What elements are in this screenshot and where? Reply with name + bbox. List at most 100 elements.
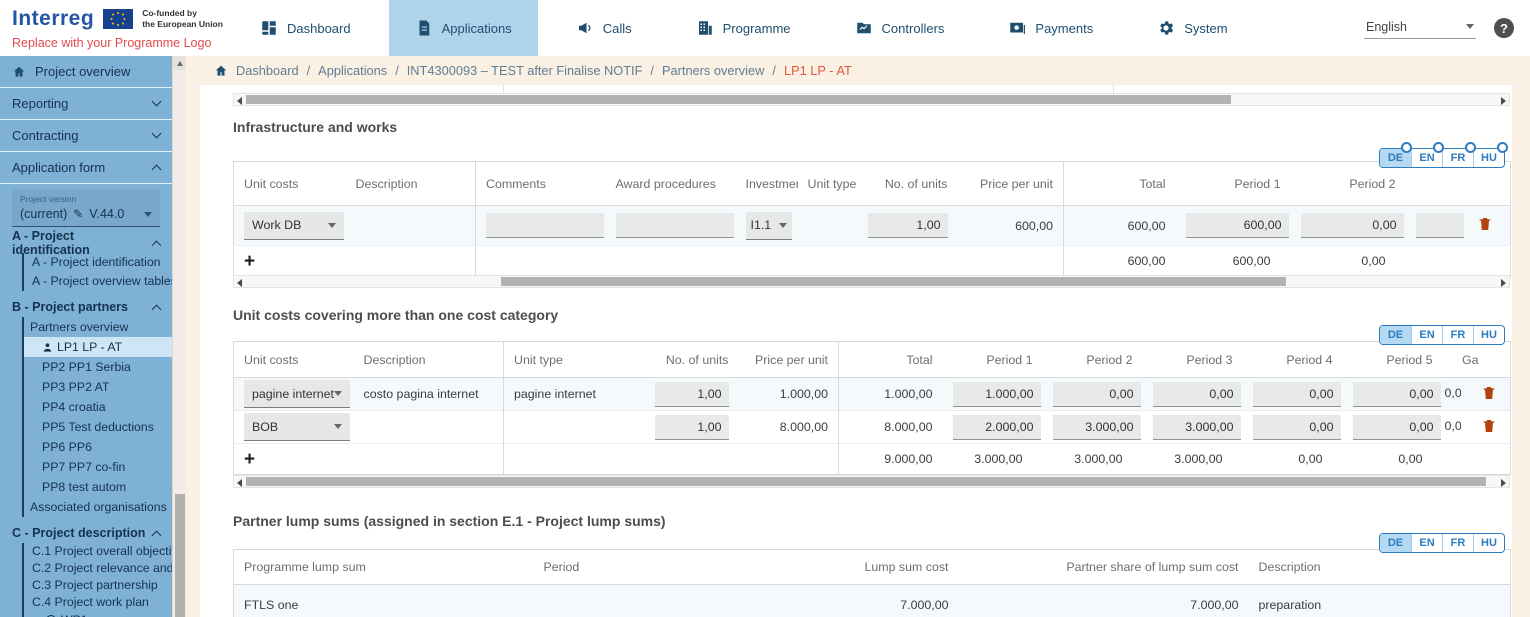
scroll-up-button[interactable] xyxy=(173,56,186,70)
replace-logo-text: Replace with your Programme Logo xyxy=(12,36,228,50)
nav-item-dashboard[interactable]: Dashboard xyxy=(234,0,377,56)
section-title-infrastructure: Infrastructure and works xyxy=(233,119,397,135)
tab-en[interactable]: EN xyxy=(1411,534,1442,552)
programme-icon xyxy=(696,19,714,37)
col-header: No. of units xyxy=(856,162,958,206)
period2-input[interactable] xyxy=(1301,213,1404,238)
award-procedures-input[interactable] xyxy=(616,213,734,238)
scrollbar-thumb[interactable] xyxy=(246,477,1486,486)
sidebar-item-a-overview-tables[interactable]: A - Project overview tables xyxy=(24,272,172,291)
scroll-right-icon[interactable] xyxy=(1501,97,1506,105)
breadcrumb-project[interactable]: INT4300093 – TEST after Finalise NOTIF xyxy=(407,63,643,78)
period1-input[interactable] xyxy=(953,382,1041,407)
period2-input[interactable] xyxy=(1053,415,1141,440)
horizontal-scrollbar-unit-costs[interactable] xyxy=(233,475,1510,488)
breadcrumb-partners-overview[interactable]: Partners overview xyxy=(662,63,764,78)
delete-row-button[interactable] xyxy=(1481,417,1497,438)
scroll-right-icon[interactable] xyxy=(1501,479,1506,487)
investment-select[interactable]: I1.1 xyxy=(746,212,792,240)
sidebar-scrollbar[interactable] xyxy=(172,56,186,617)
sidebar-item-associated-organisations[interactable]: Associated organisations xyxy=(24,497,172,517)
tab-hu[interactable]: HU xyxy=(1473,534,1504,552)
horizontal-scrollbar-top[interactable] xyxy=(233,93,1510,106)
breadcrumb-dashboard[interactable]: Dashboard xyxy=(236,63,299,78)
nav-item-programme[interactable]: Programme xyxy=(670,0,817,56)
sidebar-item-wp1[interactable]: WP1 xyxy=(24,611,172,617)
tab-fr[interactable]: FR xyxy=(1442,326,1473,344)
sidebar-item-partner-pp6[interactable]: PP6 PP6 xyxy=(24,437,172,457)
scroll-left-icon[interactable] xyxy=(237,279,242,287)
period2-input[interactable] xyxy=(1053,382,1141,407)
horizontal-scrollbar-infrastructure[interactable] xyxy=(233,275,1510,288)
language-select[interactable]: English xyxy=(1364,18,1476,39)
unit-cost-select[interactable]: pagine internet xyxy=(244,380,350,408)
sidebar-item-partner-pp4[interactable]: PP4 croatia xyxy=(24,397,172,417)
sidebar-item-application-form[interactable]: Application form xyxy=(0,152,172,184)
breadcrumb-applications[interactable]: Applications xyxy=(318,63,387,78)
scroll-left-icon[interactable] xyxy=(237,479,242,487)
unit-cost-select[interactable]: BOB xyxy=(244,413,350,441)
add-row-button[interactable]: + xyxy=(244,450,255,469)
sidebar-section-a[interactable]: A - Project identification xyxy=(0,233,172,253)
project-version-select[interactable]: Project version (current) ✎ V.44.0 xyxy=(12,190,160,227)
nav-item-controllers[interactable]: Controllers xyxy=(829,0,971,56)
period4-input[interactable] xyxy=(1253,415,1341,440)
scrollbar-thumb[interactable] xyxy=(501,277,1286,286)
nav-item-payments[interactable]: Payments xyxy=(982,0,1119,56)
lump-sum-description-cell: preparation xyxy=(1249,585,1511,617)
period5-input[interactable] xyxy=(1353,382,1441,407)
sidebar-item-partner-pp8[interactable]: PP8 test autom xyxy=(24,477,172,497)
tab-fr[interactable]: FR xyxy=(1442,534,1473,552)
col-header: Price per unit xyxy=(958,162,1064,206)
nav-item-system[interactable]: System xyxy=(1131,0,1253,56)
delete-row-button[interactable] xyxy=(1477,215,1493,236)
sidebar-item-partner-pp5[interactable]: PP5 Test deductions xyxy=(24,417,172,437)
col-header: Description xyxy=(346,162,476,206)
sidebar-section-c[interactable]: C - Project description xyxy=(0,523,172,543)
no-of-units-input[interactable] xyxy=(655,382,729,407)
sidebar-item-partner-pp2[interactable]: PP2 PP1 Serbia xyxy=(24,357,172,377)
sidebar-item-c1[interactable]: C.1 Project overall objective xyxy=(24,543,172,560)
scrollbar-thumb[interactable] xyxy=(246,95,1231,104)
period1-input[interactable] xyxy=(1186,213,1289,238)
sidebar-item-reporting[interactable]: Reporting xyxy=(0,88,172,120)
no-of-units-input[interactable] xyxy=(868,213,948,238)
nav-item-calls[interactable]: Calls xyxy=(550,0,658,56)
gap-input[interactable] xyxy=(1416,213,1464,238)
sidebar-item-c2[interactable]: C.2 Project relevance and context xyxy=(24,560,172,577)
scrollbar-thumb[interactable] xyxy=(175,494,185,617)
tab-en[interactable]: EN xyxy=(1411,326,1442,344)
period3-input[interactable] xyxy=(1153,415,1241,440)
col-header: Period 2 xyxy=(1043,342,1143,378)
tab-hu[interactable]: HU xyxy=(1473,326,1504,344)
nav-item-applications[interactable]: Applications xyxy=(389,0,538,56)
period5-input[interactable] xyxy=(1353,415,1441,440)
comments-input[interactable] xyxy=(486,213,604,238)
sidebar-section-b[interactable]: B - Project partners xyxy=(0,297,172,317)
sidebar-item-partner-pp3[interactable]: PP3 PP2 AT xyxy=(24,377,172,397)
home-icon[interactable] xyxy=(214,64,228,78)
delete-row-button[interactable] xyxy=(1481,384,1497,405)
tab-de[interactable]: DE xyxy=(1380,534,1411,552)
period1-input[interactable] xyxy=(953,415,1041,440)
no-of-units-input[interactable] xyxy=(655,415,729,440)
scroll-left-icon[interactable] xyxy=(237,97,242,105)
unit-cost-select[interactable]: Work DB xyxy=(244,212,344,240)
period4-input[interactable] xyxy=(1253,382,1341,407)
tab-handle-icon xyxy=(1497,142,1508,153)
help-icon[interactable]: ? xyxy=(1494,18,1514,38)
sidebar-item-partner-lp1[interactable]: LP1 LP - AT xyxy=(24,337,172,357)
sidebar-item-project-overview[interactable]: Project overview xyxy=(0,56,172,88)
sidebar-item-c4[interactable]: C.4 Project work plan xyxy=(24,594,172,611)
tab-de[interactable]: DE xyxy=(1380,326,1411,344)
scroll-right-icon[interactable] xyxy=(1501,279,1506,287)
add-row-button[interactable]: + xyxy=(244,252,255,271)
period3-input[interactable] xyxy=(1153,382,1241,407)
col-header: Unit costs xyxy=(234,162,346,206)
sidebar-item-contracting[interactable]: Contracting xyxy=(0,120,172,152)
col-header: Description xyxy=(354,342,504,378)
sidebar-item-partner-pp7[interactable]: PP7 PP7 co-fin xyxy=(24,457,172,477)
sidebar-item-partners-overview[interactable]: Partners overview xyxy=(24,317,172,337)
sidebar-item-c3[interactable]: C.3 Project partnership xyxy=(24,577,172,594)
sidebar-item-a-identification[interactable]: A - Project identification xyxy=(24,253,172,272)
